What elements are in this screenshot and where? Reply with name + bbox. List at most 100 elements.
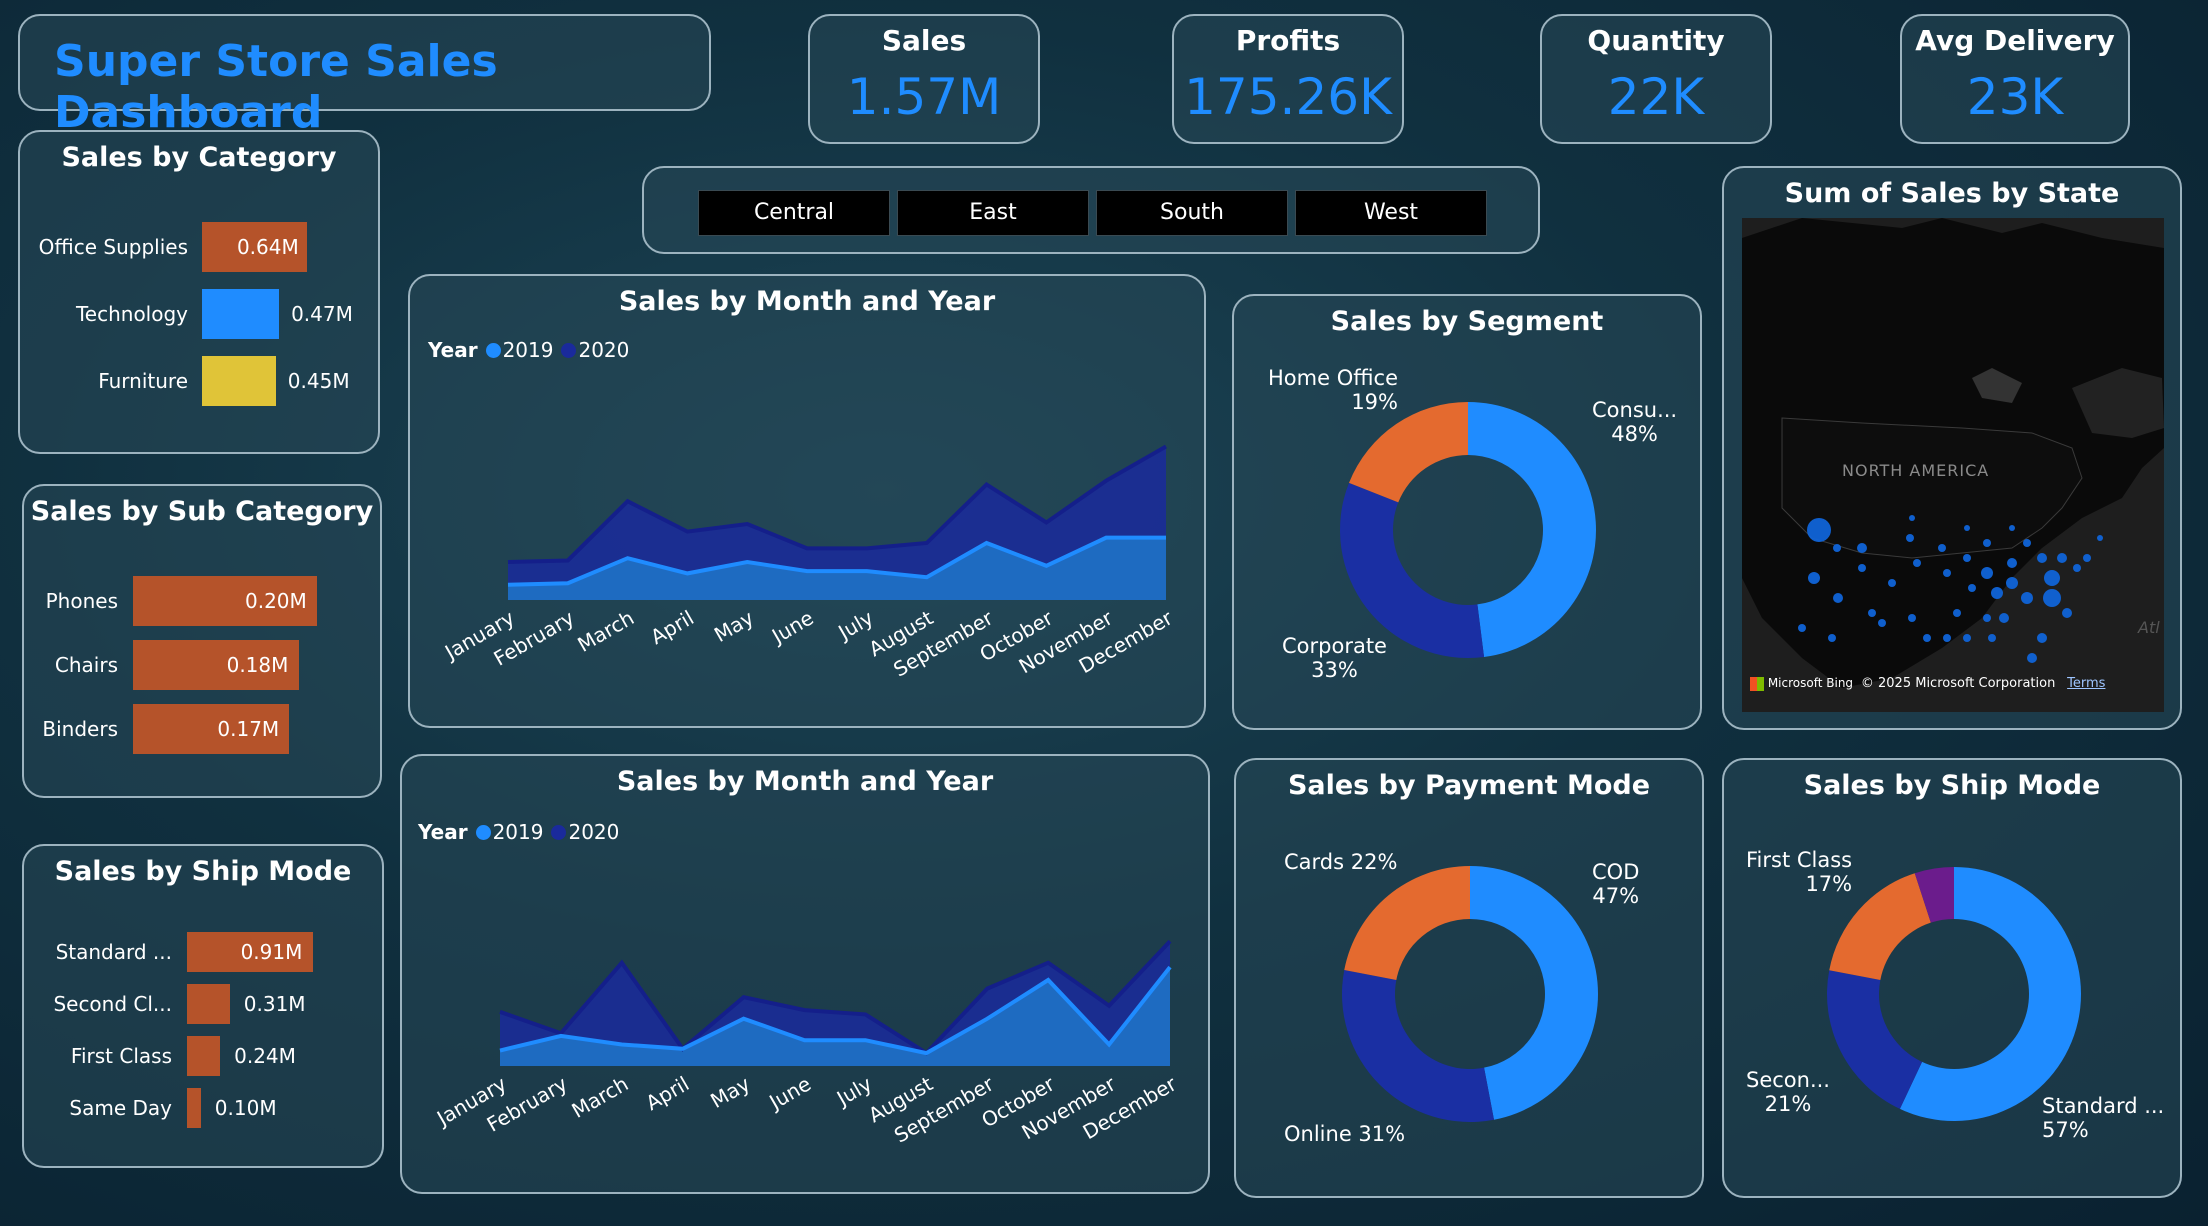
subcategory-label: Phones — [45, 589, 118, 613]
map-title: Sum of Sales by State — [1784, 178, 2120, 209]
kpi-avg-delivery[interactable]: Avg Delivery 23K — [1900, 14, 2130, 144]
map-view[interactable]: NORTH AMERICA Atl Microsoft Bing © 2025 … — [1742, 218, 2164, 712]
kpi-profits-label: Profits — [1235, 24, 1341, 57]
state-bubble — [2037, 633, 2047, 643]
payment-slice — [1470, 866, 1598, 1120]
state-bubble — [1833, 544, 1841, 552]
region-button-east[interactable]: East — [897, 190, 1089, 236]
shipbar-bars: Standard ... 0.91M Second Cl... 0.31M First … — [24, 932, 384, 1152]
category-bar[interactable] — [202, 289, 280, 339]
state-bubble — [1938, 544, 1946, 552]
state-bubble — [1991, 587, 2003, 599]
state-bubble — [1963, 554, 1971, 562]
state-bubble — [1798, 624, 1806, 632]
kpi-sales[interactable]: Sales 1.57M — [808, 14, 1040, 144]
state-bubble — [2007, 558, 2017, 568]
shipbar-bar[interactable] — [187, 984, 230, 1024]
shipbar-bar[interactable] — [187, 1088, 201, 1128]
state-bubble — [1858, 564, 1866, 572]
kpi-profits[interactable]: Profits 175.26K — [1172, 14, 1404, 144]
state-bubble — [1964, 525, 1970, 531]
payment-label-cards: Cards 22% — [1284, 850, 1398, 874]
category-row[interactable]: Furniture 0.45M — [20, 356, 380, 406]
category-label: Furniture — [98, 369, 188, 393]
shipdonut-label-second: Secon... 21% — [1746, 1068, 1830, 1116]
state-bubble — [2083, 554, 2091, 562]
map-attribution: Microsoft Bing © 2025 Microsoft Corporat… — [1750, 676, 2105, 691]
state-bubble — [1953, 609, 1961, 617]
state-bubble — [1983, 614, 1991, 622]
state-bubble — [1888, 579, 1896, 587]
state-bubble — [2097, 535, 2103, 541]
kpi-sales-label: Sales — [881, 24, 967, 57]
category-card[interactable]: Sales by Category Office Supplies 0.64M Te… — [18, 130, 380, 454]
state-bubble — [1807, 518, 1831, 542]
region-slicer: Central East South West — [642, 166, 1540, 254]
category-value: 0.47M — [291, 302, 353, 326]
state-bubble — [1878, 619, 1886, 627]
area-chart-1: JanuaryFebruaryMarch April May June JulyAugu… — [439, 444, 1177, 682]
subcategory-card[interactable]: Sales by Sub Category Phones 0.20M Chairs 0… — [22, 484, 382, 798]
segment-card[interactable]: Sales by Segment Consu... 48% Home Office… — [1232, 294, 1702, 730]
shipbar-bar[interactable] — [187, 1036, 221, 1076]
state-bubble — [2057, 553, 2067, 563]
shipbar-title: Sales by Ship Mode — [54, 856, 352, 887]
x-tick-label: June — [766, 606, 817, 650]
state-bubble — [1833, 593, 1843, 603]
payment-label-online: Online 31% — [1284, 1122, 1406, 1146]
category-row[interactable]: Office Supplies 0.64M — [20, 222, 380, 272]
subcategory-value: 0.18M — [226, 653, 289, 677]
region-button-west[interactable]: West — [1295, 190, 1487, 236]
subcategory-row[interactable]: Chairs 0.18M — [24, 640, 384, 690]
state-bubble — [2037, 553, 2047, 563]
state-bubble — [2023, 539, 2031, 547]
shipbar-value: 0.31M — [243, 992, 306, 1016]
segment-slice — [1340, 482, 1485, 658]
x-tick-label: June — [764, 1072, 815, 1116]
state-bubble — [1981, 567, 1993, 579]
area-chart-2-card[interactable]: Sales by Month and Year Year 2019 2020 Jan… — [400, 754, 1210, 1194]
map-terms-link[interactable]: Terms — [2067, 676, 2105, 691]
shipbar-value: 0.10M — [214, 1096, 277, 1120]
category-bar[interactable] — [202, 356, 276, 406]
shipbar-value: 0.24M — [234, 1044, 296, 1068]
x-tick-label: April — [642, 1072, 694, 1116]
state-bubble — [1988, 634, 1996, 642]
segment-label-home: Home Office 19% — [1268, 366, 1398, 414]
subcategory-row[interactable]: Phones 0.20M — [24, 576, 384, 626]
shipbar-row[interactable]: Standard ... 0.91M — [24, 932, 384, 972]
payment-card[interactable]: Sales by Payment Mode COD 47% Cards 22% O… — [1234, 758, 1704, 1198]
region-button-central[interactable]: Central — [698, 190, 890, 236]
state-bubble — [1923, 634, 1931, 642]
category-label: Technology — [75, 302, 188, 326]
state-bubble — [2062, 608, 2072, 618]
shipdonut-card[interactable]: Sales by Ship Mode First Class 17% Secon.… — [1722, 758, 2182, 1198]
shipbar-row[interactable]: First Class 0.24M — [24, 1036, 384, 1076]
x-tick-label: April — [646, 606, 698, 650]
map-card[interactable]: Sum of Sales by State NORTH AMERICA Atl … — [1722, 166, 2182, 730]
title-card: Super Store Sales Dashboard — [18, 14, 711, 138]
category-title: Sales by Category — [61, 142, 337, 173]
map-copyright: © 2025 Microsoft Corporation — [1860, 676, 2056, 691]
subcategory-value: 0.20M — [245, 589, 307, 613]
shipbar-card[interactable]: Sales by Ship Mode Standard ... 0.91M Seco… — [22, 844, 384, 1168]
state-bubble — [1968, 584, 1976, 592]
kpi-profits-value: 175.26K — [1184, 68, 1392, 126]
subcategory-row[interactable]: Binders 0.17M — [24, 704, 384, 754]
shipbar-row[interactable]: Same Day 0.10M — [24, 1088, 384, 1128]
kpi-quantity-label: Quantity — [1587, 24, 1725, 57]
kpi-quantity[interactable]: Quantity 22K — [1540, 14, 1772, 144]
state-bubble — [2073, 564, 2081, 572]
shipbar-row[interactable]: Second Cl... 0.31M — [24, 984, 384, 1024]
category-row[interactable]: Technology 0.47M — [20, 289, 380, 339]
payment-label-cod: COD 47% — [1592, 860, 1640, 908]
subcategory-bars: Phones 0.20M Chairs 0.18M Binders 0.17M — [24, 576, 384, 776]
state-bubble — [2009, 525, 2015, 531]
map-bubbles — [1798, 515, 2103, 663]
state-bubble — [2021, 592, 2033, 604]
segment-slice — [1348, 402, 1468, 503]
region-button-south[interactable]: South — [1096, 190, 1288, 236]
state-bubble — [1857, 543, 1867, 553]
kpi-avg-delivery-value: 23K — [1966, 68, 2064, 126]
area-chart-1-card[interactable]: Sales by Month and Year Year 2019 2020 Jan… — [408, 274, 1206, 728]
